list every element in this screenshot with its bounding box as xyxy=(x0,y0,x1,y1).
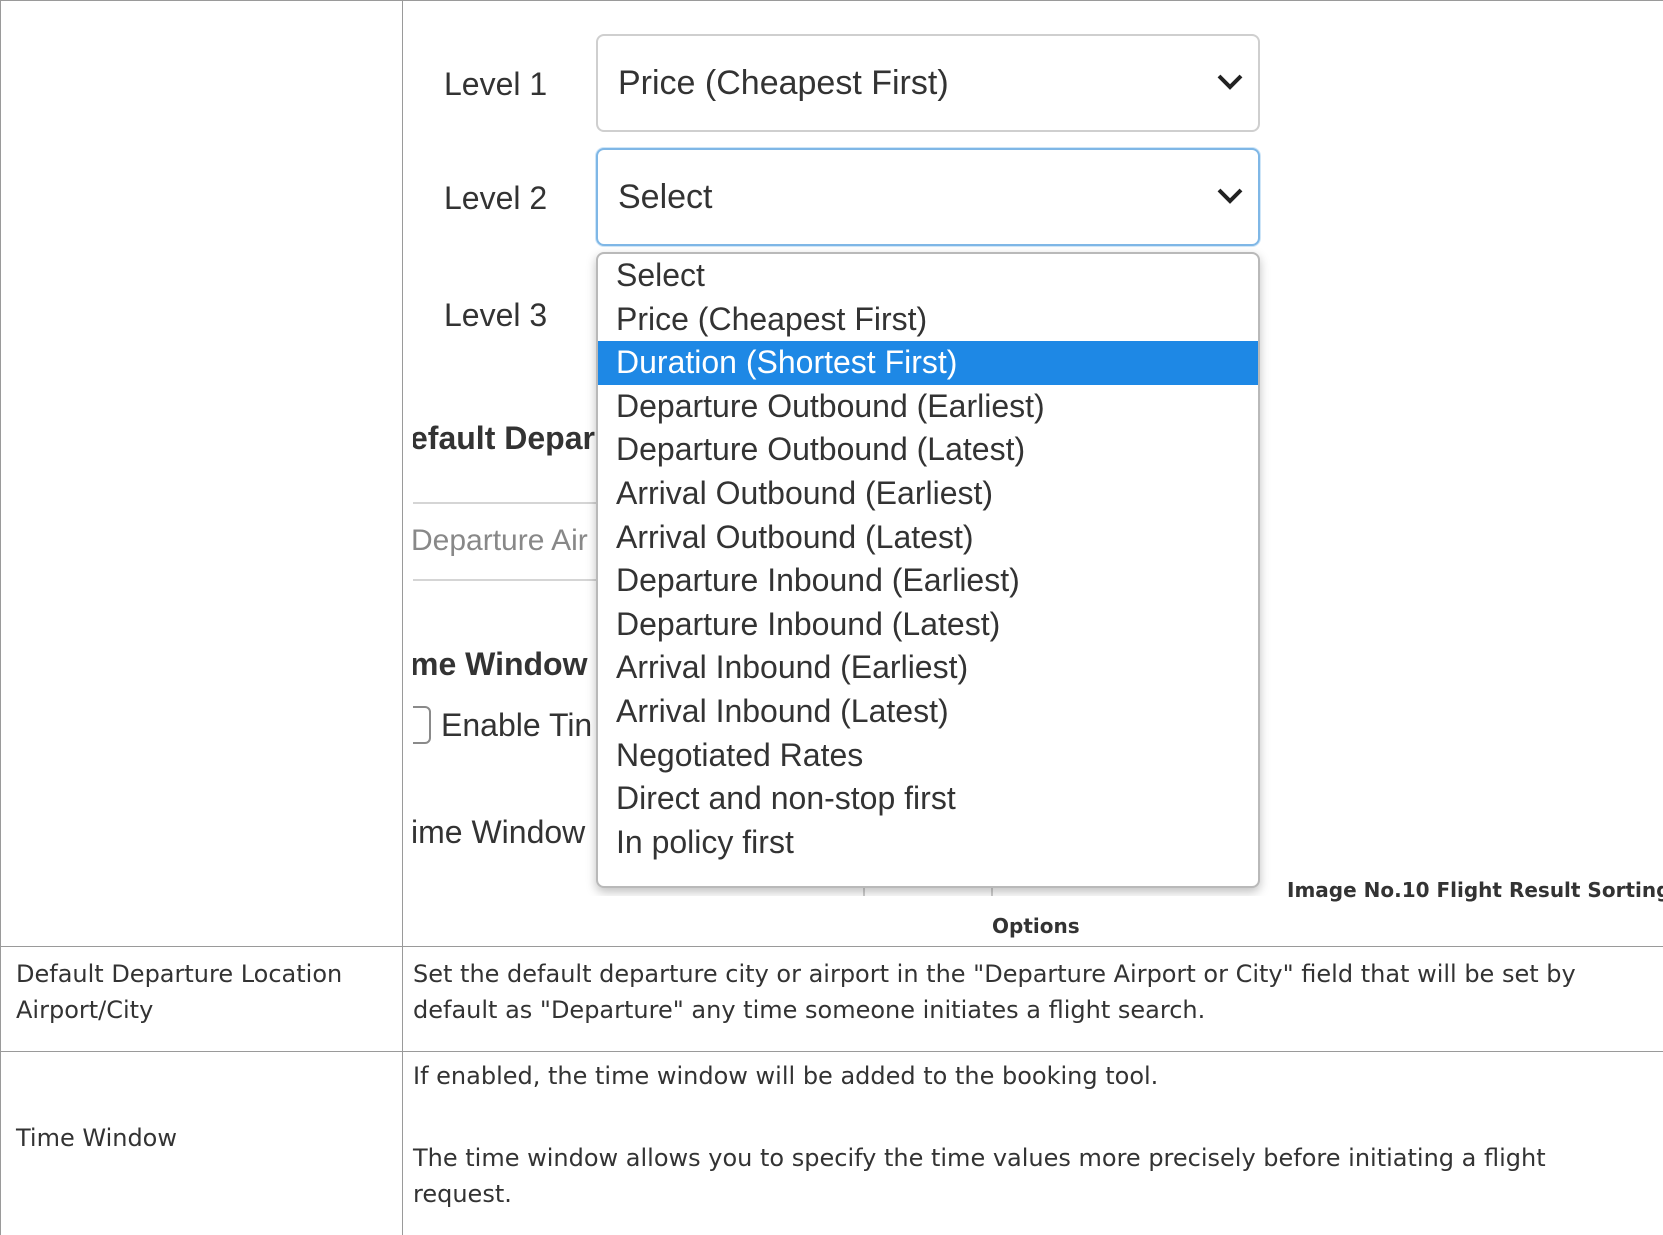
dropdown-option[interactable]: Direct and non-stop first xyxy=(598,777,1258,821)
level1-label: Level 1 xyxy=(444,66,548,102)
sorting-options-screenshot: Level 1 Price (Cheapest First) Level 2 S… xyxy=(413,14,1283,896)
level2-label: Level 2 xyxy=(444,180,548,216)
row-description-default-departure: Set the default departure city or airpor… xyxy=(413,960,1576,1024)
dropdown-option[interactable]: Arrival Inbound (Earliest) xyxy=(598,646,1258,690)
row-description-time-window-p1: If enabled, the time window will be adde… xyxy=(413,1062,1159,1090)
dropdown-option[interactable]: Departure Inbound (Earliest) xyxy=(598,559,1258,603)
dropdown-option[interactable]: Arrival Outbound (Earliest) xyxy=(598,472,1258,516)
departure-input-top-line xyxy=(413,502,603,504)
departure-airport-placeholder[interactable]: Departure Air xyxy=(413,524,588,558)
enable-time-window-checkbox[interactable] xyxy=(413,706,431,744)
dropdown-option[interactable]: Arrival Inbound (Latest) xyxy=(598,690,1258,734)
image-caption-line2: Options xyxy=(992,914,1080,938)
table-left-border xyxy=(0,0,1,1235)
dropdown-option[interactable]: Negotiated Rates xyxy=(598,734,1258,778)
enable-time-window-label: Enable Tin xyxy=(441,707,593,743)
dropdown-option[interactable]: Departure Outbound (Latest) xyxy=(598,428,1258,472)
table-top-border xyxy=(0,0,1663,1)
level2-select[interactable]: Select xyxy=(596,148,1260,246)
level1-select[interactable]: Price (Cheapest First) xyxy=(596,34,1260,132)
time-window-heading: me Window xyxy=(413,646,588,682)
dropdown-option[interactable]: In policy first xyxy=(598,821,1258,865)
level2-dropdown-list[interactable]: Select Price (Cheapest First) Duration (Sh… xyxy=(596,252,1260,888)
row-description-time-window-p2: The time window allows you to specify th… xyxy=(413,1144,1546,1208)
level1-value: Price (Cheapest First) xyxy=(618,64,949,102)
column-divider xyxy=(402,0,403,1235)
chevron-down-icon xyxy=(1217,188,1243,204)
documentation-table: Level 1 Price (Cheapest First) Level 2 S… xyxy=(0,0,1663,1235)
level3-label: Level 3 xyxy=(444,297,548,333)
dropdown-option[interactable]: Price (Cheapest First) xyxy=(598,298,1258,342)
departure-input-bottom-line xyxy=(413,579,603,581)
dropdown-option[interactable]: Select xyxy=(598,254,1258,298)
dropdown-option[interactable]: Departure Outbound (Earliest) xyxy=(598,385,1258,429)
image-caption-line1: Image No.10 Flight Result Sorting xyxy=(1287,878,1663,902)
dropdown-option[interactable]: Departure Inbound (Latest) xyxy=(598,603,1258,647)
row-name-default-departure: Default Departure Location Airport/City xyxy=(16,960,343,1024)
dropdown-option[interactable]: Duration (Shortest First) xyxy=(598,341,1258,385)
row-divider-1 xyxy=(0,946,1663,947)
dropdown-option[interactable]: Arrival Outbound (Latest) xyxy=(598,516,1258,560)
time-window-label: ime Window xyxy=(413,814,586,850)
row-name-time-window: Time Window xyxy=(16,1124,177,1152)
chevron-down-icon xyxy=(1217,74,1243,90)
level2-value: Select xyxy=(618,178,713,216)
default-departure-heading: efault Depar xyxy=(413,420,595,456)
row-divider-2 xyxy=(0,1051,1663,1052)
